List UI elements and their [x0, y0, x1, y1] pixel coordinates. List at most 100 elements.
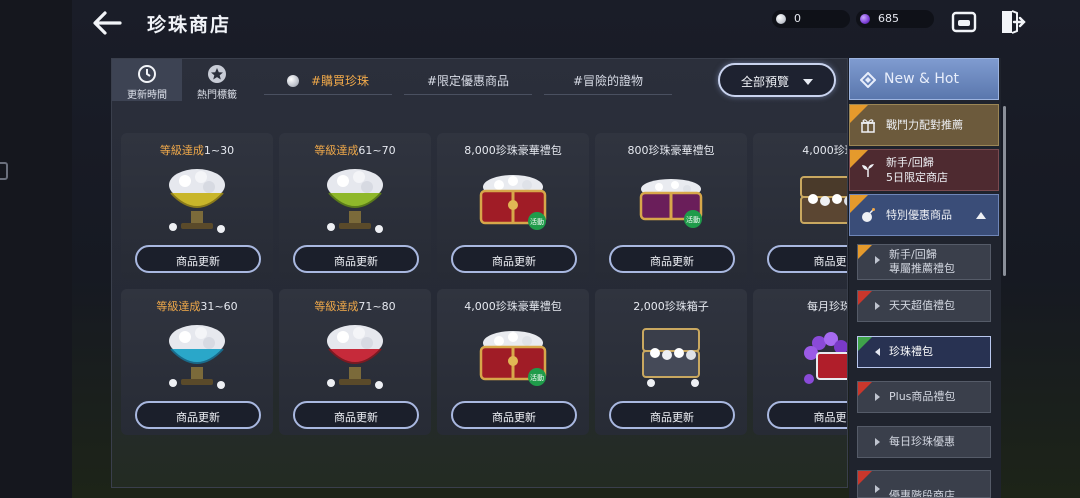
sidebar-subitem-newbie-pack[interactable]: 新手/回歸 專屬推薦禮包 [857, 244, 991, 280]
preview-all-label: 全部預覽 [740, 75, 789, 89]
hot-ribbon [858, 291, 872, 305]
new-ribbon [858, 337, 872, 351]
caret-down-icon [803, 79, 813, 85]
sidebar-header-label: New & Hot [884, 71, 959, 87]
arrow-right-icon [875, 302, 880, 310]
sidebar-item-label: 戰鬥力配對推薦 [886, 118, 963, 132]
sidebar-item-newbie-shop[interactable]: 新手/回歸 5日限定商店 [849, 149, 999, 191]
product-card[interactable]: 2,000珍珠箱子 商品更新 [595, 289, 747, 435]
arrow-right-icon [875, 393, 880, 401]
pearl-count: 0 [794, 12, 801, 25]
category-sidebar: New & Hot 戰鬥力配對推薦 新手/回歸 5日限定商店 特別優惠商品 新手… [849, 58, 1001, 498]
sidebar-subitem-plus-pack[interactable]: Plus商品禮包 [857, 381, 991, 413]
tab-hot-tags[interactable]: 熱門標籤 [182, 59, 252, 101]
tab-limited-offers[interactable]: #限定優惠商品 [404, 69, 532, 95]
sidebar-scrollbar[interactable] [1003, 106, 1006, 276]
product-update-button[interactable]: 商品更新 [451, 401, 577, 429]
bomb-icon [862, 208, 875, 222]
sidebar-subitem-daily-pearl[interactable]: 每日珍珠優惠 [857, 426, 991, 458]
pearl-currency: 0 [772, 10, 850, 28]
svg-text:活動: 活動 [530, 217, 544, 226]
mailbox-icon[interactable] [950, 8, 978, 36]
svg-text:活動: 活動 [686, 215, 700, 224]
pearl-chest-icon [800, 176, 847, 224]
sidebar-subitem-pearl-pack[interactable]: 珍珠禮包 [857, 336, 991, 368]
svg-text:活動: 活動 [530, 373, 544, 382]
product-name: 每月珍珠 [807, 300, 847, 313]
new-ribbon [858, 245, 872, 259]
tab-adventure-proof-label: #冒險的證物 [572, 74, 644, 88]
sidebar-subitem-label: 優惠階段商店 [889, 489, 955, 498]
product-card[interactable]: 等級達成71~80 商品更新 [279, 289, 431, 435]
tab-adventure-proof[interactable]: #冒險的證物 [544, 69, 672, 95]
tab-buy-pearls[interactable]: #購買珍珠 [264, 69, 392, 95]
exit-icon[interactable] [998, 8, 1026, 36]
pearl-bowl-green-icon [327, 169, 383, 233]
diamond-icon [860, 72, 876, 88]
product-update-button[interactable]: 商品更新 [293, 401, 419, 429]
tab-update-time[interactable]: 更新時間 [112, 59, 182, 101]
pearl-icon [286, 75, 299, 87]
back-arrow-icon[interactable] [90, 8, 124, 38]
side-handle [0, 162, 8, 180]
left-edge-strip [0, 0, 72, 498]
red-treasure-chest-icon: 活動 [479, 331, 547, 386]
product-name: 8,000珍珠豪華禮包 [464, 144, 562, 157]
arrow-right-icon [875, 256, 880, 264]
gem-count: 685 [878, 12, 899, 25]
caret-up-icon [976, 212, 986, 219]
product-card[interactable]: 800珍珠豪華禮包 活動 商品更新 [595, 133, 747, 279]
product-update-button[interactable]: 商品更新 [135, 401, 261, 429]
product-name: 等級達成71~80 [314, 300, 396, 313]
product-name: 800珍珠豪華禮包 [627, 144, 715, 157]
product-card[interactable]: 每月珍珠 商品更 [753, 289, 847, 435]
product-card[interactable]: 4,000珍珠豪華禮包 活動 商品更新 [437, 289, 589, 435]
gem-currency: 685 [856, 10, 934, 28]
sidebar-item-label: 新手/回歸 5日限定商店 [886, 156, 948, 184]
product-name: 4,000珍珠豪華禮包 [464, 300, 562, 313]
tab-limited-offers-label: #限定優惠商品 [426, 74, 510, 88]
tab-hot-tags-label: 熱門標籤 [197, 90, 237, 101]
hot-ribbon [858, 382, 872, 396]
sidebar-subitem-stage-shop[interactable]: 優惠階段商店 [857, 470, 991, 498]
sidebar-header-new-hot[interactable]: New & Hot [849, 58, 999, 100]
product-card[interactable]: 等級達成1~30 商品更新 [121, 133, 273, 279]
product-update-button[interactable]: 商品更新 [609, 401, 735, 429]
purple-gem-icon [860, 14, 870, 24]
sidebar-item-power-match[interactable]: 戰鬥力配對推薦 [849, 104, 999, 146]
gift-icon [861, 119, 875, 133]
sprout-icon [862, 164, 874, 177]
product-name: 等級達成31~60 [156, 300, 238, 313]
product-update-button[interactable]: 商品更 [767, 245, 847, 273]
arrow-right-icon [875, 438, 880, 446]
product-card[interactable]: 8,000珍珠豪華禮包 活動 商品更新 [437, 133, 589, 279]
product-card[interactable]: 等級達成61~70 商品更新 [279, 133, 431, 279]
product-update-button[interactable]: 商品更 [767, 401, 847, 429]
preview-all-dropdown[interactable]: 全部預覽 [718, 63, 836, 97]
product-grid: 等級達成1~30 商品更新 等級達成61~70 商品更新 8,000珍珠豪華禮包… [112, 103, 847, 487]
product-card[interactable]: 等級達成31~60 商品更新 [121, 289, 273, 435]
purple-treasure-chest-icon: 活動 [639, 179, 703, 228]
product-name: 4,000珍珠 [802, 144, 847, 157]
product-name: 2,000珍珠箱子 [633, 300, 709, 313]
sidebar-item-label: 特別優惠商品 [886, 208, 952, 222]
product-update-button[interactable]: 商品更新 [451, 245, 577, 273]
tab-buy-pearls-label: #購買珍珠 [310, 74, 370, 88]
product-update-button[interactable]: 商品更新 [135, 245, 261, 273]
product-card[interactable]: 4,000珍珠 商品更 [753, 133, 847, 279]
sidebar-subitem-label: 珍珠禮包 [889, 345, 933, 358]
page-title: 珍珠商店 [147, 14, 232, 36]
purple-pearl-box-icon [804, 332, 847, 384]
pearl-chest-icon [642, 328, 700, 387]
product-update-button[interactable]: 商品更新 [293, 245, 419, 273]
product-name: 等級達成61~70 [314, 144, 396, 157]
clock-icon [138, 65, 156, 83]
sidebar-subitem-daily-value[interactable]: 天天超值禮包 [857, 290, 991, 322]
sidebar-subitem-label: Plus商品禮包 [889, 390, 956, 403]
pearl-bowl-blue-icon [169, 325, 225, 389]
product-update-button[interactable]: 商品更新 [609, 245, 735, 273]
tab-update-time-label: 更新時間 [127, 90, 167, 101]
sidebar-item-special-offers[interactable]: 特別優惠商品 [849, 194, 999, 236]
product-name: 等級達成1~30 [159, 144, 235, 157]
sidebar-subitem-label: 新手/回歸 專屬推薦禮包 [889, 248, 955, 275]
